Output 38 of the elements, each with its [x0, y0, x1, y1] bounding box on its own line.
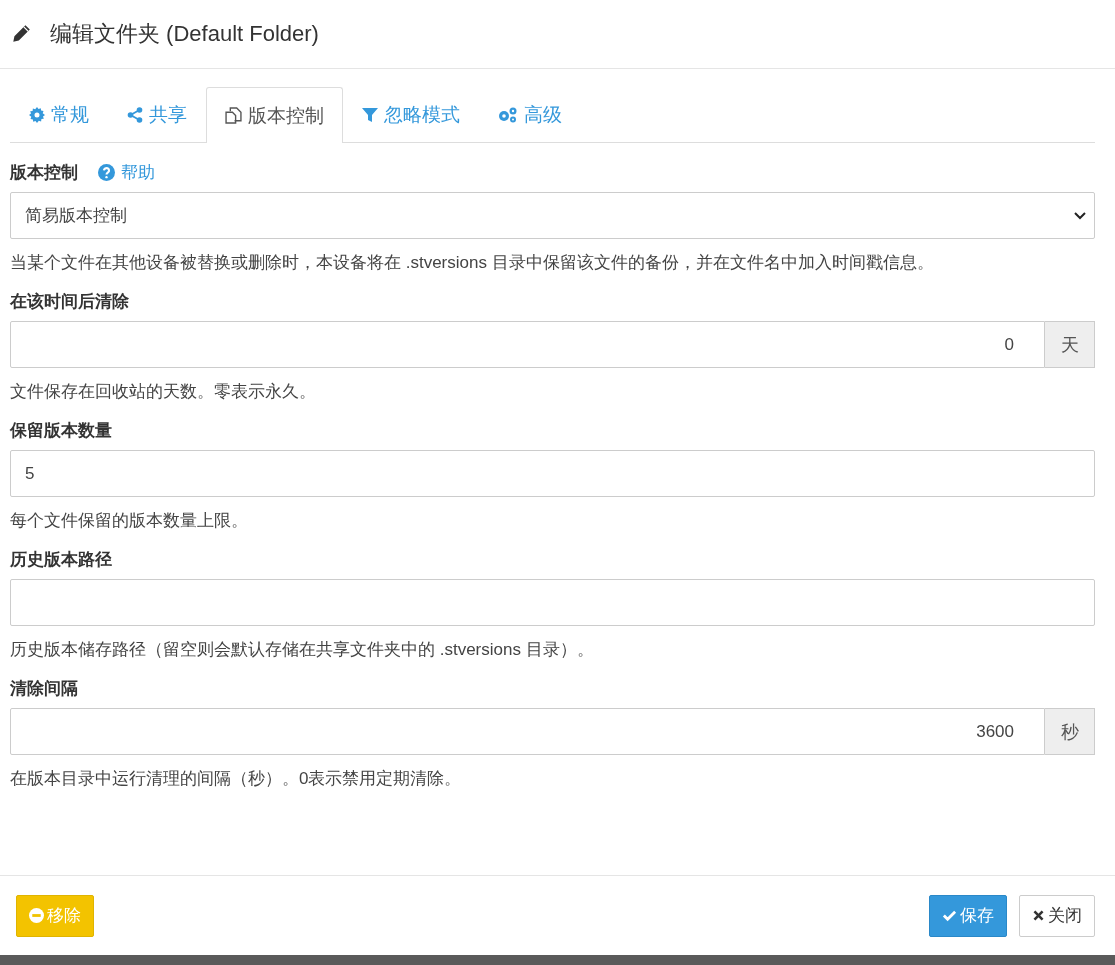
- chevron-down-icon: [1074, 211, 1086, 220]
- help-text: 历史版本储存路径（留空则会默认存储在共享文件夹中的 .stversions 目录）。: [10, 639, 595, 661]
- filter-icon: [362, 107, 378, 123]
- field-label: 在该时间后清除: [10, 291, 129, 313]
- share-icon: [127, 107, 143, 123]
- tab[interactable]: 共享: [108, 87, 206, 142]
- close-button[interactable]: 关闭: [1019, 894, 1095, 937]
- unit-addon: 天: [1045, 321, 1095, 368]
- unit-addon: 秒: [1045, 708, 1095, 755]
- help-text: 文件保存在回收站的天数。零表示永久。: [10, 381, 317, 403]
- question-icon: [98, 164, 115, 181]
- pencil-icon: [10, 23, 32, 45]
- tab[interactable]: 高级: [479, 87, 581, 142]
- minus-circle-icon: [29, 908, 44, 923]
- copy-icon: [225, 107, 242, 124]
- help-link[interactable]: 帮助: [98, 161, 155, 184]
- input-field[interactable]: 0: [10, 321, 1045, 368]
- gears-icon: [498, 107, 518, 123]
- gear-icon: [29, 107, 45, 123]
- input-field[interactable]: 5: [10, 450, 1095, 497]
- help-text: 每个文件保留的版本数量上限。: [10, 510, 249, 532]
- dialog-title: 编辑文件夹 (Default Folder): [50, 20, 319, 48]
- help-text: 在版本目录中运行清理的间隔（秒）。0表示禁用定期清除。: [10, 768, 463, 790]
- field-label: 版本控制: [10, 162, 78, 184]
- tab[interactable]: 常规: [10, 87, 108, 142]
- select-field[interactable]: 简易版本控制: [10, 192, 1095, 239]
- field-label: 保留版本数量: [10, 420, 112, 442]
- input-field[interactable]: [10, 579, 1095, 626]
- field-label: 历史版本路径: [10, 549, 112, 571]
- field-label: 清除间隔: [10, 678, 78, 700]
- remove-button[interactable]: 移除: [16, 894, 94, 937]
- tab[interactable]: 版本控制: [206, 87, 343, 143]
- tab[interactable]: 忽略模式: [343, 87, 479, 142]
- save-button[interactable]: 保存: [929, 894, 1007, 937]
- help-text: 当某个文件在其他设备被替换或删除时，本设备将在 .stversions 目录中保留该文件的备份，并在文件名中加入时间戳信息。: [10, 252, 935, 274]
- input-field[interactable]: 3600: [10, 708, 1045, 755]
- close-icon: [1032, 909, 1045, 922]
- check-icon: [942, 908, 957, 923]
